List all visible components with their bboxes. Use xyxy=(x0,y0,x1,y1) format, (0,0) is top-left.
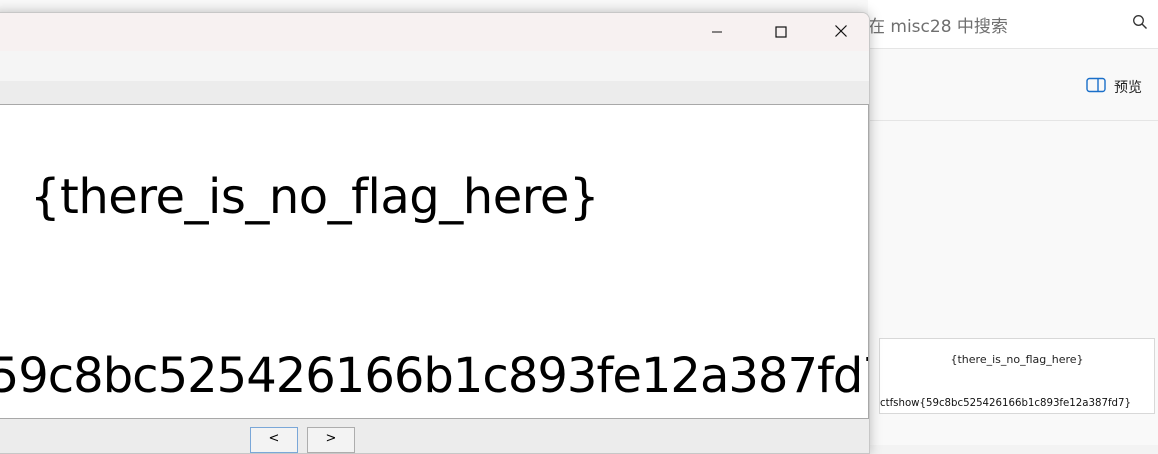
explorer-command-bar: 预览 xyxy=(868,52,1158,121)
viewer-menubar xyxy=(0,51,869,82)
preview-button[interactable]: 预览 xyxy=(1086,76,1142,98)
image-canvas: {there_is_no_flag_here} ctfshow{59c8bc52… xyxy=(0,104,869,419)
minimize-button[interactable] xyxy=(693,13,741,51)
search-icon[interactable] xyxy=(1132,14,1148,30)
preview-label: 预览 xyxy=(1114,80,1142,96)
close-button[interactable] xyxy=(817,13,865,51)
image-text-line1: {there_is_no_flag_here} xyxy=(30,169,599,225)
thumbnail-text-line1: {there_is_no_flag_here} xyxy=(950,353,1084,366)
search-input[interactable]: 在 misc28 中搜索 xyxy=(868,12,1008,37)
explorer-search-box[interactable]: 在 misc28 中搜索 xyxy=(868,0,1158,49)
image-text-line2: ctfshow{59c8bc525426166b1c893fe12a387fd7… xyxy=(0,348,869,404)
thumbnail-text-line2: ctfshow{59c8bc525426166b1c893fe12a387fd7… xyxy=(880,398,1131,409)
minimize-icon xyxy=(711,23,723,42)
maximize-icon xyxy=(775,23,787,42)
viewer-body: {there_is_no_flag_here} ctfshow{59c8bc52… xyxy=(0,81,869,453)
image-preview-thumbnail[interactable]: {there_is_no_flag_here} ctfshow{59c8bc52… xyxy=(879,338,1155,414)
close-icon xyxy=(834,23,848,42)
preview-pane-icon xyxy=(1086,77,1106,97)
window-titlebar[interactable] xyxy=(0,13,869,51)
maximize-button[interactable] xyxy=(757,13,805,51)
image-viewer-window: {there_is_no_flag_here} ctfshow{59c8bc52… xyxy=(0,12,870,454)
next-button[interactable]: > xyxy=(307,427,355,453)
previous-button[interactable]: < xyxy=(250,427,298,453)
